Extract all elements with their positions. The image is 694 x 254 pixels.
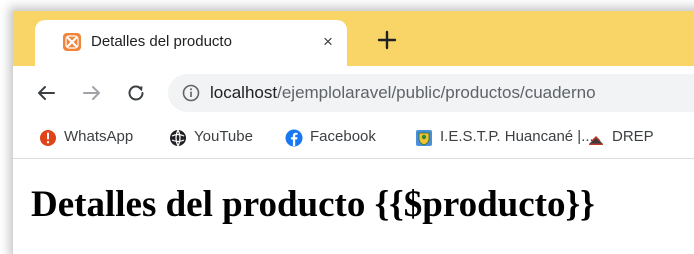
youtube-icon [169, 129, 187, 147]
bookmark-label: WhatsApp [64, 128, 134, 145]
new-tab-plus-icon[interactable] [375, 28, 399, 52]
forward-arrow-icon[interactable] [81, 82, 103, 104]
institute-icon [415, 129, 433, 147]
page-heading: Detalles del producto {{$producto}} [31, 184, 595, 225]
bookmarks-bar: WhatsApp YouTube Facebook I.E.S.T.P. Hua… [13, 118, 694, 159]
url-host: localhost [210, 83, 278, 102]
tab-title: Detalles del producto [91, 33, 232, 50]
bookmark-label: I.E.S.T.P. Huancané |... [440, 128, 594, 145]
url-text[interactable]: localhost/ejemplolaravel/public/producto… [210, 83, 596, 103]
page-content: Detalles del producto {{$producto}} [13, 159, 694, 254]
xampp-favicon-icon [63, 33, 81, 51]
whatsapp-icon [39, 129, 57, 147]
active-tab[interactable]: Detalles del producto × [35, 20, 347, 66]
reload-icon[interactable] [125, 82, 147, 104]
site-info-icon[interactable] [182, 84, 200, 102]
browser-window: Detalles del producto × localhost/ejempl… [13, 11, 694, 254]
tab-close-icon[interactable]: × [318, 32, 338, 52]
bookmark-label: Facebook [310, 128, 376, 145]
facebook-icon [285, 129, 303, 147]
address-bar[interactable]: localhost/ejemplolaravel/public/producto… [168, 74, 694, 112]
url-path: /ejemplolaravel/public/productos/cuadern… [277, 83, 596, 102]
bookmark-label: YouTube [194, 128, 253, 145]
tab-strip: Detalles del producto × [13, 11, 694, 66]
drep-icon [587, 129, 605, 147]
back-arrow-icon[interactable] [35, 82, 57, 104]
browser-toolbar: localhost/ejemplolaravel/public/producto… [13, 66, 694, 118]
bookmark-label: DREP [612, 128, 654, 145]
